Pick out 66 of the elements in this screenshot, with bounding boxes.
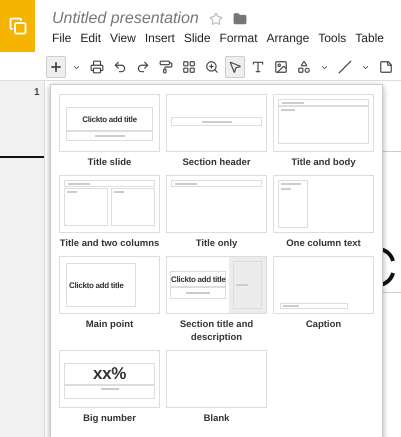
placeholder-line: [281, 109, 295, 111]
layout-label: Big number: [82, 412, 137, 426]
placeholder-line: [186, 292, 210, 294]
menu-item[interactable]: File: [52, 31, 72, 45]
slide-number: 1: [34, 87, 41, 98]
menu-item[interactable]: Slide: [184, 31, 211, 45]
layout-thumbnail[interactable]: [166, 175, 267, 233]
layout-thumbnail[interactable]: Clickto add title: [59, 94, 160, 152]
image-icon: [274, 60, 288, 74]
layout-label: Title only: [194, 237, 238, 251]
placeholder-title: Clickto add title: [171, 274, 226, 284]
layout-thumbnail[interactable]: [166, 94, 267, 152]
layout-label: Main point: [84, 318, 134, 332]
pointer-icon: [228, 60, 242, 74]
placeholder-title: Clickto add title: [69, 280, 124, 290]
menu-item[interactable]: Insert: [144, 31, 175, 45]
paint-roller-icon: [159, 60, 173, 74]
placeholder-line: [202, 120, 232, 122]
layout-thumbnail[interactable]: [166, 350, 267, 408]
plus-icon: [49, 60, 63, 74]
layout-thumbnail[interactable]: xx%: [59, 350, 160, 408]
menu-item[interactable]: Tools: [318, 31, 346, 45]
undo-icon: [113, 60, 127, 74]
placeholder-line: [68, 182, 90, 184]
placeholder-line: [282, 102, 304, 104]
menu-item[interactable]: Format: [220, 31, 258, 45]
star-icon[interactable]: [208, 12, 223, 26]
placeholder-line: [281, 183, 301, 185]
folder-icon[interactable]: [232, 12, 247, 26]
toolbar-button[interactable]: [46, 56, 66, 78]
menu-item[interactable]: View: [110, 31, 136, 45]
layout-label: Blank: [202, 412, 230, 426]
layout-label: One column text: [285, 237, 362, 251]
menu-item[interactable]: Arrange: [266, 31, 310, 45]
placeholder-title: Clickto add title: [82, 114, 137, 124]
menu-item[interactable]: Edit: [80, 31, 102, 45]
layout-label: Title and two columns: [59, 237, 160, 251]
toolbar-button[interactable]: [225, 56, 245, 78]
note-icon: [379, 60, 393, 74]
layout-label: Section title and description: [178, 318, 254, 345]
placeholder-line: [94, 135, 124, 137]
slides-icon: [8, 17, 26, 35]
print-icon: [90, 60, 104, 74]
placeholder-line: [100, 388, 118, 390]
placeholder-title: xx%: [92, 364, 126, 384]
layout-label: Title and body: [290, 156, 357, 170]
layout-thumbnail[interactable]: Clickto add title: [59, 256, 160, 314]
line-icon: [338, 60, 352, 74]
layout-icon: [182, 60, 196, 74]
layout-thumbnail[interactable]: [273, 256, 374, 314]
placeholder-line: [283, 305, 299, 307]
layout-thumbnail[interactable]: [273, 175, 374, 233]
placeholder-line: [236, 284, 248, 286]
layout-label: Title slide: [86, 156, 132, 170]
document-title[interactable]: Untitled presentation: [52, 10, 199, 28]
menu-item[interactable]: Table: [355, 31, 384, 45]
layout-thumbnail[interactable]: Clickto add title: [166, 256, 267, 314]
redo-icon: [136, 60, 150, 74]
placeholder-line: [175, 182, 197, 184]
shape-icon: [297, 60, 311, 74]
text-icon: [251, 60, 265, 74]
layout-thumbnail[interactable]: [59, 175, 160, 233]
layout-thumbnail[interactable]: [273, 94, 374, 152]
layout-label: Caption: [304, 318, 342, 332]
zoom-icon: [205, 60, 219, 74]
layout-label: Section header: [181, 156, 252, 170]
